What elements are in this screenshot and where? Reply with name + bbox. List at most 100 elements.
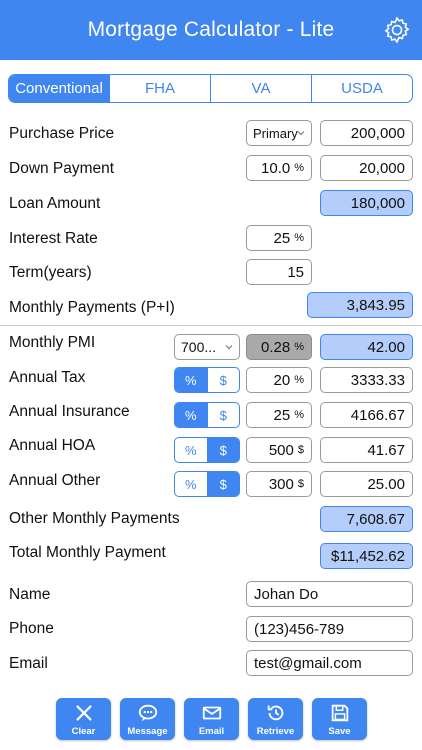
credit-score-select[interactable]: 700... — [174, 334, 240, 360]
email-button-label: Email — [198, 726, 225, 737]
other-monthly-label: Other Monthly Payments — [9, 510, 180, 527]
name-value: Johan Do — [254, 585, 319, 603]
other-monthly-value: 7,608.67 — [346, 510, 405, 528]
email-input[interactable]: test@gmail.com — [246, 650, 413, 676]
total-monthly-value: $11,452.62 — [331, 547, 405, 565]
hoa-amount-value: 41.67 — [367, 441, 405, 459]
phone-input[interactable]: (123)456-789 — [246, 616, 413, 642]
credit-score-value: 700... — [181, 339, 217, 355]
other-mode-toggle[interactable]: % $ — [174, 471, 240, 497]
other-percent-option[interactable]: % — [175, 472, 207, 496]
percent-unit: % — [294, 341, 304, 353]
insurance-percent-option[interactable]: % — [175, 403, 207, 427]
message-button[interactable]: Message — [120, 698, 175, 740]
phone-label: Phone — [9, 620, 54, 637]
pmi-rate-value: 0.28 — [261, 338, 291, 356]
gear-icon[interactable] — [382, 15, 412, 45]
annual-tax-label: Annual Tax — [9, 369, 86, 386]
history-icon — [267, 705, 283, 721]
purchase-price-input[interactable]: 200,000 — [320, 120, 413, 146]
hoa-percent-option[interactable]: % — [175, 438, 207, 462]
other-monthly-output: 7,608.67 — [320, 506, 413, 532]
pmi-label: Monthly PMI — [9, 334, 96, 351]
envelope-icon — [202, 706, 221, 720]
app-title: Mortgage Calculator - Lite — [87, 18, 335, 41]
property-type-value: Primary — [253, 125, 298, 141]
app-header: Mortgage Calculator - Lite — [0, 0, 422, 60]
tab-va[interactable]: VA — [210, 75, 311, 102]
pmi-value: 42.00 — [367, 338, 405, 356]
phone-value: (123)456-789 — [254, 620, 345, 638]
down-payment-amount-input[interactable]: 20,000 — [320, 155, 413, 181]
down-payment-percent-input[interactable]: 10.0 % — [246, 155, 312, 181]
email-button[interactable]: Email — [184, 698, 239, 740]
monthly-payments-row: Monthly Payments (P+I) 3,843.95 — [0, 291, 422, 325]
term-label: Term(years) — [9, 264, 92, 281]
purchase-price-row: Purchase Price Primary 200,000 — [0, 117, 422, 151]
hoa-dollar-option[interactable]: $ — [206, 438, 239, 462]
save-button[interactable]: Save — [312, 698, 367, 740]
percent-unit: % — [294, 162, 304, 174]
term-input[interactable]: 15 — [246, 259, 312, 285]
loan-type-tabs: Conventional FHA VA USDA — [8, 74, 413, 103]
tab-fha[interactable]: FHA — [109, 75, 210, 102]
message-icon — [138, 704, 157, 722]
email-label: Email — [9, 655, 48, 672]
purchase-price-label: Purchase Price — [9, 125, 115, 142]
name-input[interactable]: Johan Do — [246, 581, 413, 607]
other-amount[interactable]: 25.00 — [320, 471, 413, 497]
loan-amount-row: Loan Amount 180,000 — [0, 187, 422, 221]
insurance-amount[interactable]: 4166.67 — [320, 402, 413, 428]
percent-unit: % — [294, 409, 304, 421]
loan-amount-label: Loan Amount — [9, 195, 101, 212]
interest-rate-input[interactable]: 25 % — [246, 225, 312, 251]
hoa-input[interactable]: 500 $ — [246, 437, 312, 463]
tax-input-value: 20 — [273, 371, 291, 389]
insurance-input[interactable]: 25 % — [246, 402, 312, 428]
property-type-select[interactable]: Primary — [246, 120, 312, 146]
retrieve-button-label: Retrieve — [256, 726, 295, 737]
retrieve-button[interactable]: Retrieve — [248, 698, 303, 740]
section-divider — [0, 325, 422, 326]
hoa-amount[interactable]: 41.67 — [320, 437, 413, 463]
hoa-mode-toggle[interactable]: % $ — [174, 437, 240, 463]
annual-insurance-label: Annual Insurance — [9, 403, 130, 420]
insurance-dollar-option[interactable]: $ — [206, 403, 240, 427]
monthly-payments-label: Monthly Payments (P+I) — [9, 299, 175, 316]
annual-hoa-label: Annual HOA — [9, 437, 96, 454]
loan-amount-output: 180,000 — [320, 190, 413, 216]
pmi-row: Monthly PMI 700... 0.28 % 42.00 — [0, 330, 422, 364]
interest-rate-row: Interest Rate 25 % — [0, 222, 422, 256]
dollar-unit: $ — [297, 478, 304, 490]
tax-input[interactable]: 20 % — [246, 367, 312, 393]
tax-percent-option[interactable]: % — [175, 368, 207, 392]
hoa-input-value: 500 — [268, 441, 294, 459]
pmi-rate-field: 0.28 % — [246, 334, 312, 360]
name-row: Name Johan Do — [0, 577, 422, 611]
tax-mode-toggle[interactable]: % $ — [174, 367, 240, 393]
interest-rate-label: Interest Rate — [9, 230, 98, 247]
tab-usda[interactable]: USDA — [311, 75, 412, 102]
name-label: Name — [9, 586, 51, 603]
down-payment-row: Down Payment 10.0 % 20,000 — [0, 152, 422, 186]
interest-rate-value: 25 — [273, 229, 291, 247]
action-bar: Clear Message Email Retrieve Save — [0, 690, 422, 750]
tax-amount-value: 3333.33 — [350, 371, 405, 389]
clear-button[interactable]: Clear — [56, 698, 111, 740]
other-monthly-row: Other Monthly Payments 7,608.67 — [0, 503, 422, 537]
insurance-mode-toggle[interactable]: % $ — [174, 402, 240, 428]
pmi-output: 42.00 — [320, 334, 413, 360]
insurance-amount-value: 4166.67 — [350, 406, 405, 424]
floppy-disk-icon — [331, 704, 348, 722]
chevron-down-icon — [225, 345, 233, 350]
other-dollar-option[interactable]: $ — [206, 472, 239, 496]
down-payment-label: Down Payment — [9, 160, 115, 177]
tab-conventional[interactable]: Conventional — [9, 75, 109, 102]
clear-button-label: Clear — [71, 726, 96, 737]
down-payment-percent-value: 10.0 — [261, 159, 291, 177]
tax-amount[interactable]: 3333.33 — [320, 367, 413, 393]
phone-row: Phone (123)456-789 — [0, 612, 422, 646]
tax-dollar-option[interactable]: $ — [206, 368, 240, 392]
annual-hoa-row: Annual HOA % $ 500 $ 41.67 — [0, 433, 422, 467]
other-input[interactable]: 300 $ — [246, 471, 312, 497]
